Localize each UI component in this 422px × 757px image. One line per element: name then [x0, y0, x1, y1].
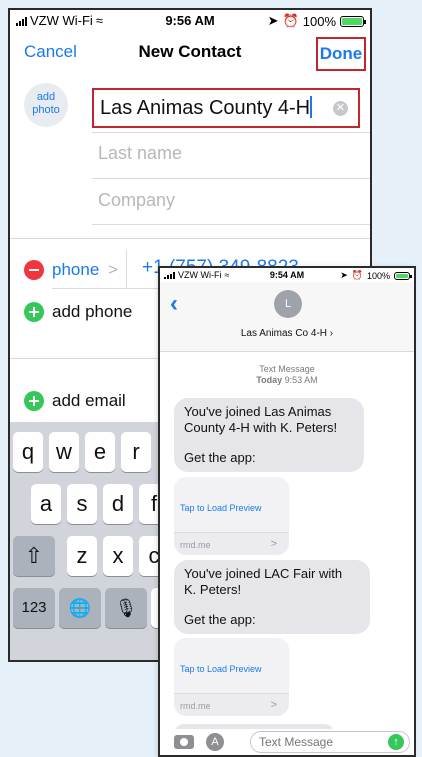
- divider: [126, 250, 127, 288]
- key-z[interactable]: z: [67, 536, 97, 576]
- last-name-field[interactable]: Last name: [98, 143, 182, 164]
- message-input[interactable]: [250, 731, 410, 753]
- nav-bar: Cancel New Contact Done: [10, 37, 370, 72]
- message-time: 9:53 AM: [284, 375, 318, 385]
- contact-name[interactable]: Las Animas Co 4-H ›: [160, 328, 414, 339]
- add-photo-button[interactable]: add photo: [24, 83, 68, 127]
- divider: [92, 224, 370, 225]
- battery-percent: 100%: [302, 13, 336, 29]
- first-name-field[interactable]: Las Animas County 4-H ✕: [92, 88, 360, 128]
- location-icon: ➤: [340, 270, 348, 280]
- message-timestamp: Today 9:53 AM: [160, 375, 414, 386]
- company-field[interactable]: Company: [98, 190, 175, 211]
- clear-text-icon[interactable]: ✕: [333, 101, 348, 116]
- globe-key-icon[interactable]: 🌐: [59, 588, 101, 628]
- battery-percent: 100%: [366, 270, 390, 281]
- message-bubble: You've joined LAC Fair with K. Peters! G…: [174, 560, 370, 634]
- add-phone-icon[interactable]: [24, 302, 44, 322]
- conversation-header: ‹ L Las Animas Co 4-H ›: [160, 282, 414, 352]
- message-line: Get the app:: [184, 612, 256, 627]
- alarm-icon: ⏰: [282, 13, 299, 28]
- key-r[interactable]: r: [121, 432, 151, 472]
- mic-key-icon[interactable]: 🎙: [105, 588, 147, 628]
- remove-phone-icon[interactable]: [24, 260, 44, 280]
- chevron-right-icon: >: [270, 699, 277, 711]
- text-caret: [310, 96, 313, 118]
- add-email-button[interactable]: add email: [52, 391, 126, 411]
- battery-icon: [340, 15, 366, 27]
- alarm-icon: ⏰: [351, 270, 363, 280]
- link-preview[interactable]: Tap to Load Preview rmd.me >: [174, 477, 289, 555]
- messages-screen: VZW Wi-Fi ≈ 9:54 AM ➤ ⏰ 100% ‹ L Las Ani…: [158, 266, 416, 757]
- battery-icon: [394, 271, 412, 280]
- app-store-icon[interactable]: A: [206, 733, 224, 751]
- divider: [10, 238, 370, 239]
- key-a[interactable]: a: [31, 484, 61, 524]
- message-line: K. Peters!: [184, 582, 242, 597]
- message-bubble: You've joined Las Animas County 4-H with…: [174, 398, 364, 472]
- status-bar: VZW Wi-Fi ≈ 9:56 AM ➤ ⏰ 100%: [10, 10, 370, 30]
- preview-domain: rmd.me: [180, 540, 211, 550]
- compose-bar: A ↑: [160, 729, 414, 755]
- tap-to-load-preview[interactable]: Tap to Load Preview: [174, 638, 289, 694]
- chevron-right-icon: >: [108, 260, 118, 279]
- phone-label[interactable]: phone: [52, 260, 99, 280]
- key-d[interactable]: d: [103, 484, 133, 524]
- message-line: Get the app:: [184, 450, 256, 465]
- divider: [92, 132, 370, 133]
- key-w[interactable]: w: [49, 432, 79, 472]
- key-e[interactable]: e: [85, 432, 115, 472]
- message-day: Today: [256, 375, 283, 385]
- add-email-icon[interactable]: [24, 391, 44, 411]
- camera-icon[interactable]: [174, 735, 194, 749]
- message-kind: Text Message: [259, 364, 315, 374]
- add-photo-label: add photo: [32, 91, 60, 116]
- message-line: County 4-H with K. Peters!: [184, 420, 338, 435]
- back-chevron-icon[interactable]: ‹: [170, 292, 178, 316]
- message-line: You've joined Las Animas: [184, 404, 332, 419]
- add-phone-button[interactable]: add phone: [52, 302, 132, 322]
- send-arrow-icon[interactable]: ↑: [388, 734, 404, 750]
- shift-key-icon[interactable]: ⇧: [13, 536, 55, 576]
- done-button[interactable]: Done: [316, 37, 366, 71]
- location-icon: ➤: [267, 13, 279, 28]
- chevron-right-icon: >: [270, 538, 277, 550]
- preview-domain: rmd.me: [180, 701, 211, 711]
- avatar[interactable]: L: [274, 290, 302, 318]
- key-x[interactable]: x: [103, 536, 133, 576]
- first-name-value: Las Animas County 4-H: [100, 97, 311, 119]
- link-preview[interactable]: Tap to Load Preview rmd.me >: [174, 638, 289, 716]
- status-bar: VZW Wi-Fi ≈ 9:54 AM ➤ ⏰ 100%: [160, 268, 414, 282]
- key-q[interactable]: q: [13, 432, 43, 472]
- numbers-key[interactable]: 123: [13, 588, 55, 628]
- message-line: You've joined LAC Fair with: [184, 566, 343, 581]
- key-s[interactable]: s: [67, 484, 97, 524]
- tap-to-load-preview[interactable]: Tap to Load Preview: [174, 477, 289, 533]
- divider: [92, 178, 370, 179]
